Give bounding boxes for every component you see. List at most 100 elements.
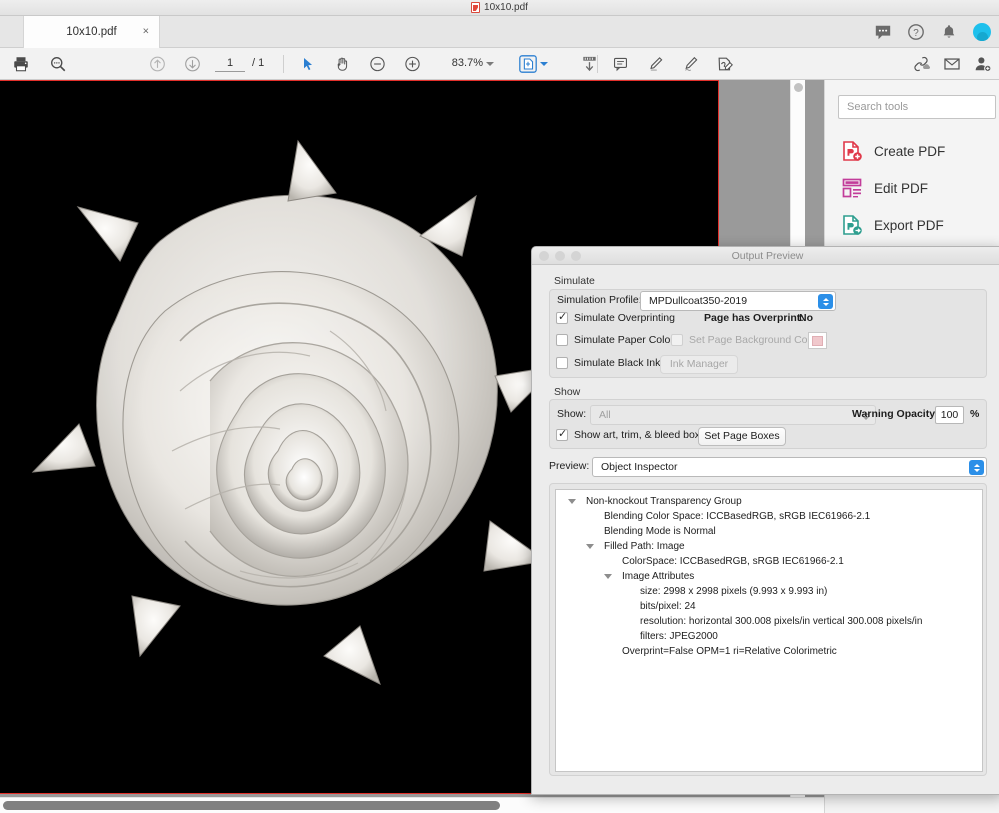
main-toolbar: 1 / 1 83.7%: [0, 48, 999, 80]
page-has-overprint-label: Page has Overprint:: [704, 312, 804, 324]
toolbar-divider: [283, 55, 284, 73]
tab-strip: 10x10.pdf × ?: [0, 16, 999, 48]
plus-circle-icon[interactable]: [404, 55, 421, 72]
inspector-row-label: size: 2998 x 2998 pixels (9.993 x 9.993 …: [640, 586, 828, 597]
output-preview-dialog[interactable]: Output Preview Simulate Simulation Profi…: [531, 246, 999, 795]
minimize-window-button[interactable]: [555, 251, 565, 261]
page-background-color-swatch[interactable]: [808, 332, 827, 349]
bell-notification-icon[interactable]: [940, 23, 958, 41]
inspector-row-label: Blending Color Space: ICCBasedRGB, sRGB …: [604, 511, 871, 522]
tool-create-pdf[interactable]: Create PDF: [841, 140, 945, 162]
search-tools-input[interactable]: Search tools: [838, 95, 996, 119]
inspector-row-label: Image Attributes: [622, 571, 695, 582]
disclosure-triangle-icon[interactable]: [604, 574, 612, 579]
hand-pan-icon[interactable]: [334, 55, 351, 72]
inspector-row[interactable]: Image Attributes: [556, 569, 982, 584]
show-boxes-checkbox[interactable]: [556, 428, 568, 441]
sticky-note-icon[interactable]: [612, 55, 629, 72]
simulation-profile-label: Simulation Profile:: [557, 294, 642, 306]
page-number-input[interactable]: 1: [215, 56, 245, 72]
object-inspector-tree[interactable]: Non-knockout Transparency Group Blending …: [555, 489, 983, 772]
signature-pen-icon[interactable]: [682, 55, 699, 72]
chevron-down-icon[interactable]: [540, 61, 548, 66]
zoom-window-button[interactable]: [571, 251, 581, 261]
simulate-black-ink-checkbox[interactable]: [556, 357, 568, 369]
inspector-row-label: bits/pixel: 24: [640, 601, 696, 612]
inspector-row-label: filters: JPEG2000: [640, 631, 718, 642]
envelope-icon[interactable]: [943, 55, 961, 73]
chevron-updown-icon: [818, 294, 833, 309]
window-controls: [539, 251, 581, 261]
search-magnifier-icon[interactable]: [49, 55, 67, 73]
preview-label: Preview:: [549, 460, 590, 472]
arrow-up-circle-icon[interactable]: [149, 55, 166, 72]
set-page-boxes-button[interactable]: Set Page Boxes: [698, 427, 786, 446]
show-label: Show:: [557, 408, 587, 420]
object-inspector-panel: Non-knockout Transparency Group Blending …: [549, 483, 987, 776]
inspector-row[interactable]: ColorSpace: ICCBasedRGB, sRGB IEC61966-2…: [556, 554, 982, 569]
disclosure-triangle-icon[interactable]: [568, 499, 576, 504]
highlighter-pen-icon[interactable]: [647, 55, 664, 72]
print-icon[interactable]: [12, 55, 30, 73]
show-value: All: [599, 409, 611, 421]
tab-strip-actions: ?: [874, 16, 991, 48]
set-page-background-color-checkbox: [671, 334, 683, 346]
horizontal-scrollbar[interactable]: [0, 797, 824, 813]
inspector-row-label: Blending Mode is Normal: [604, 526, 716, 537]
show-select: All: [590, 405, 876, 425]
fill-and-sign-icon[interactable]: [716, 55, 734, 73]
tool-export-pdf[interactable]: Export PDF: [841, 214, 944, 236]
tool-label: Edit PDF: [874, 180, 929, 196]
disclosure-triangle-icon[interactable]: [586, 544, 594, 549]
cursor-arrow-icon[interactable]: [300, 56, 316, 72]
dialog-titlebar[interactable]: Output Preview: [532, 247, 999, 265]
help-circle-icon[interactable]: ?: [907, 23, 925, 41]
inspector-row[interactable]: size: 2998 x 2998 pixels (9.993 x 9.993 …: [556, 584, 982, 599]
horizontal-scrollbar-thumb[interactable]: [3, 801, 500, 810]
show-group-label: Show: [554, 386, 581, 398]
create-pdf-icon: [841, 140, 863, 162]
tool-edit-pdf[interactable]: Edit PDF: [841, 177, 928, 199]
simulate-black-ink-label: Simulate Black Ink: [574, 357, 661, 369]
page-manipulation-icon[interactable]: [518, 54, 538, 74]
inspector-row[interactable]: Non-knockout Transparency Group: [556, 494, 982, 509]
link-cloud-icon[interactable]: [912, 55, 930, 73]
add-user-icon[interactable]: [974, 55, 992, 73]
simulation-profile-select[interactable]: MPDullcoat350-2019: [640, 291, 836, 311]
inspector-row[interactable]: filters: JPEG2000: [556, 629, 982, 644]
preview-select[interactable]: Object Inspector: [592, 457, 987, 477]
warning-opacity-input[interactable]: 100: [935, 406, 964, 424]
close-window-button[interactable]: [539, 251, 549, 261]
chevron-updown-icon: [969, 460, 984, 475]
inspector-row[interactable]: resolution: horizontal 300.008 pixels/in…: [556, 614, 982, 629]
simulate-paper-color-label: Simulate Paper Color: [574, 334, 674, 346]
warning-opacity-label: Warning Opacity:: [852, 408, 939, 420]
chevron-down-icon[interactable]: [486, 61, 494, 66]
simulate-overprinting-label: Simulate Overprinting: [574, 312, 675, 324]
zoom-level-value[interactable]: 83.7%: [437, 56, 483, 71]
set-page-background-color-label: Set Page Background Color: [689, 334, 820, 346]
inspector-row[interactable]: Filled Path: Image: [556, 539, 982, 554]
arrow-down-circle-icon[interactable]: [184, 55, 201, 72]
ink-manager-button: Ink Manager: [660, 355, 738, 374]
simulation-profile-value: MPDullcoat350-2019: [649, 295, 748, 307]
user-avatar[interactable]: [973, 23, 991, 41]
window-titlebar: 10x10.pdf: [0, 0, 999, 16]
simulate-paper-color-checkbox[interactable]: [556, 334, 568, 346]
preview-value: Object Inspector: [601, 461, 678, 473]
inspector-row[interactable]: bits/pixel: 24: [556, 599, 982, 614]
tab-10x10-pdf[interactable]: 10x10.pdf ×: [23, 16, 160, 48]
vertical-scrollbar-thumb[interactable]: [794, 83, 803, 92]
inspector-row[interactable]: Overprint=False OPM=1 ri=Relative Colori…: [556, 644, 982, 659]
toolbar-divider: [597, 55, 598, 73]
inspector-row[interactable]: Blending Mode is Normal: [556, 524, 982, 539]
edit-pdf-icon: [841, 177, 863, 199]
inspector-row-label: Overprint=False OPM=1 ri=Relative Colori…: [622, 646, 837, 657]
comment-bubble-icon[interactable]: [874, 23, 892, 41]
minus-circle-icon[interactable]: [369, 55, 386, 72]
show-boxes-label: Show art, trim, & bleed boxes: [574, 429, 712, 441]
close-icon[interactable]: ×: [143, 26, 149, 38]
inspector-row[interactable]: Blending Color Space: ICCBasedRGB, sRGB …: [556, 509, 982, 524]
inspector-row-label: Filled Path: Image: [604, 541, 685, 552]
simulate-overprinting-checkbox[interactable]: [556, 311, 568, 324]
